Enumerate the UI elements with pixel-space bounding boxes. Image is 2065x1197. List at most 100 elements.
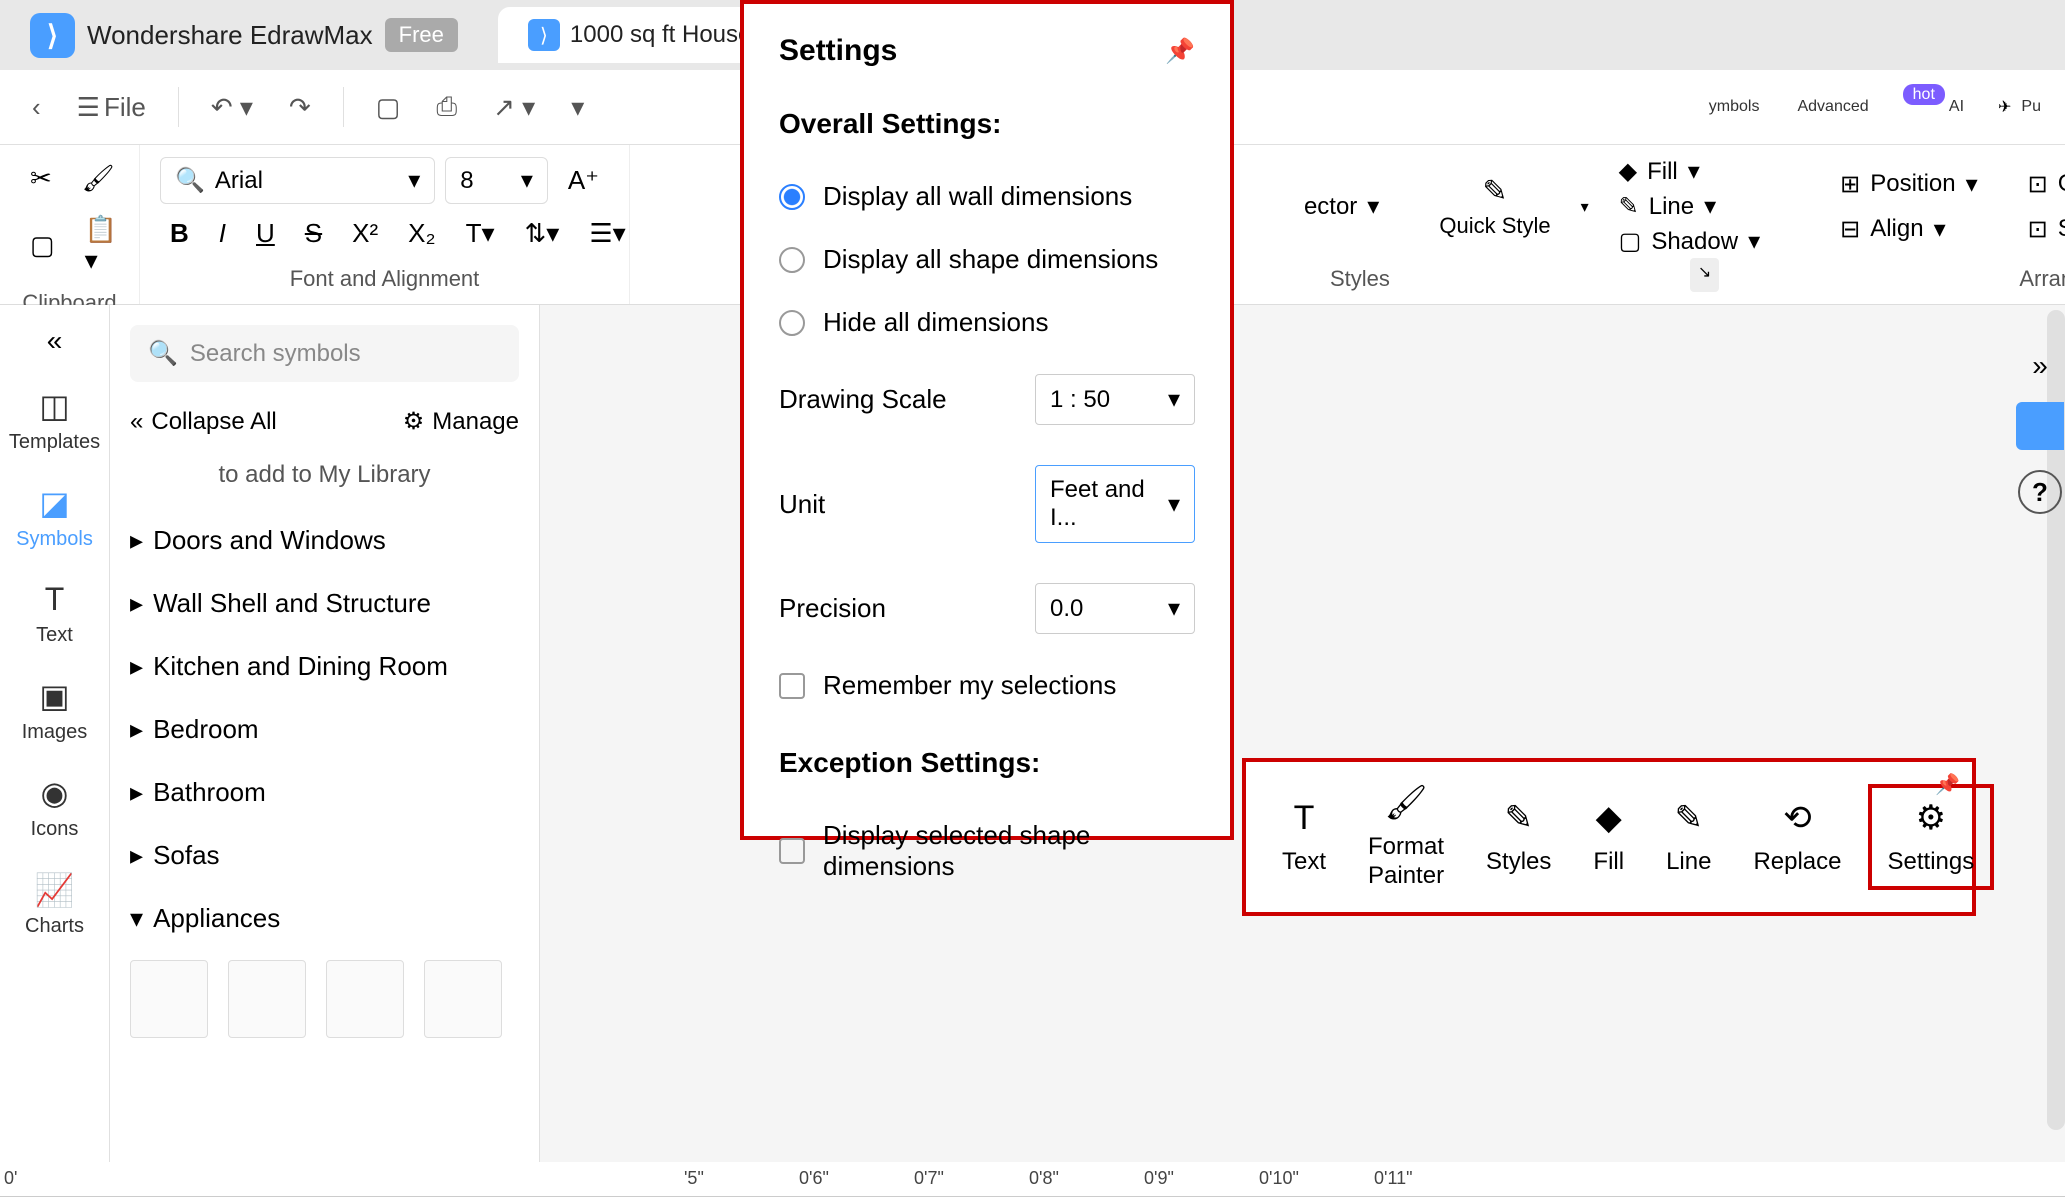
back-button[interactable]: ‹ [20, 84, 53, 131]
arrangement-label: Arrangement [2019, 266, 2065, 292]
cat-appliances[interactable]: ▾ Appliances [130, 887, 519, 950]
list-button[interactable]: ☰▾ [579, 212, 635, 255]
app-tab: ⟩ Wondershare EdrawMax Free [10, 3, 478, 68]
cat-bedroom[interactable]: ▸ Bedroom [130, 698, 519, 761]
shadow-button[interactable]: ▢ Shadow ▾ [1619, 227, 1760, 256]
exception-checkbox[interactable]: Display selected shape dimensions [779, 804, 1195, 898]
unit-select[interactable]: Feet and I...▾ [1035, 465, 1195, 543]
collapse-rail-icon[interactable]: « [47, 325, 63, 357]
float-styles[interactable]: ✎Styles [1470, 788, 1567, 886]
bold-button[interactable]: B [160, 212, 199, 255]
cat-wall[interactable]: ▸ Wall Shell and Structure [130, 572, 519, 635]
tab-publish[interactable]: Pu [2017, 90, 2045, 124]
brush-icon[interactable]: 🖌 [72, 157, 125, 200]
opt-shape-dimensions[interactable]: Display all shape dimensions [779, 228, 1195, 291]
float-line[interactable]: ✎Line [1650, 788, 1727, 886]
nav-images[interactable]: ▣Images [22, 677, 88, 744]
pin-icon[interactable]: 📌 [1165, 37, 1195, 66]
publish-icon: ✈ [1998, 97, 2011, 117]
text-icon: T [1294, 799, 1315, 838]
connector-button[interactable]: ector ▾ [1304, 192, 1379, 221]
cat-doors[interactable]: ▸ Doors and Windows [130, 509, 519, 572]
tab-ai[interactable]: AI [1945, 90, 1968, 123]
float-fill[interactable]: ◆Fill [1577, 788, 1640, 886]
nav-icons[interactable]: ◉Icons [31, 774, 79, 841]
hot-badge: hot [1903, 84, 1945, 105]
line-spacing-button[interactable]: ⇅▾ [515, 212, 570, 255]
gear-icon: ⚙ [403, 407, 425, 436]
help-button[interactable]: ? [2018, 470, 2062, 514]
nav-text[interactable]: TText [36, 581, 73, 647]
chevron-down-icon: ▾ [1168, 490, 1180, 519]
text-settings-button[interactable]: T▾ [456, 212, 505, 255]
fontsize-select[interactable]: 8▾ [445, 157, 548, 204]
size-button[interactable]: ⊡ Size ▾ [2028, 215, 2065, 244]
thumb-mirror[interactable] [228, 960, 306, 1038]
thumb-fan[interactable] [130, 960, 208, 1038]
group-button[interactable]: ⊡ Group ▾ [2028, 170, 2065, 199]
redo-button[interactable]: ↷ [277, 84, 323, 131]
float-replace[interactable]: ⟲Replace [1737, 788, 1857, 886]
quickstyle-dd[interactable]: ▾ [1581, 197, 1589, 217]
line-icon: ✎ [1675, 798, 1704, 838]
float-text[interactable]: TText [1266, 789, 1342, 886]
replace-icon: ⟲ [1783, 798, 1812, 838]
precision-select[interactable]: 0.0▾ [1035, 583, 1195, 634]
paste-icon[interactable]: 📋▾ [75, 208, 127, 282]
font-align-label: Font and Alignment [160, 266, 609, 292]
nav-rail: « ◫Templates ◪Symbols TText ▣Images ◉Ico… [0, 305, 110, 1162]
thumb-antenna[interactable] [424, 960, 502, 1038]
scale-select[interactable]: 1 : 50▾ [1035, 374, 1195, 425]
nav-charts[interactable]: 📈Charts [25, 871, 84, 938]
expand-right-icon[interactable]: » [2032, 350, 2048, 382]
overall-settings-title: Overall Settings: [779, 108, 1195, 140]
float-format-painter[interactable]: 🖌Format Painter [1352, 773, 1460, 901]
cat-sofas[interactable]: ▸ Sofas [130, 824, 519, 887]
quickstyle-icon[interactable]: ✎ [1482, 174, 1507, 209]
strike-button[interactable]: S [295, 212, 332, 255]
right-panel-tab[interactable] [2016, 402, 2064, 450]
opt-hide-dimensions[interactable]: Hide all dimensions [779, 291, 1195, 354]
save-button[interactable]: ▢ [364, 84, 413, 131]
search-symbols-input[interactable]: 🔍Search symbols [130, 325, 519, 382]
remember-checkbox[interactable]: Remember my selections [779, 654, 1195, 717]
thumb-light[interactable] [326, 960, 404, 1038]
fill-icon: ◆ [1596, 798, 1622, 838]
position-button[interactable]: ⊞ Position ▾ [1840, 170, 1978, 199]
float-settings[interactable]: ⚙Settings [1868, 784, 1995, 890]
undo-button[interactable]: ↶ ▾ [199, 84, 265, 131]
checkbox-icon [779, 673, 805, 699]
nav-symbols[interactable]: ◪Symbols [16, 484, 93, 551]
copy-icon[interactable]: ▢ [20, 224, 65, 267]
collapse-all-button[interactable]: «Collapse All [130, 407, 277, 436]
line-button[interactable]: ✎ Line ▾ [1619, 192, 1760, 221]
canvas-area: 0' '5" 0'6" 0'7" 0'8" 0'9" 0'10" 0'11" 0… [0, 1162, 2065, 1197]
italic-button[interactable]: I [209, 212, 236, 255]
pin-float-icon[interactable]: 📌 [1935, 772, 1960, 797]
fontsize-inc-icon[interactable]: A⁺ [558, 159, 609, 202]
opt-wall-dimensions[interactable]: Display all wall dimensions [779, 165, 1195, 228]
tab-symbols[interactable]: ymbols [1705, 90, 1764, 124]
export-button[interactable]: ↗ ▾ [481, 84, 547, 131]
quickstyle-label[interactable]: Quick Style [1439, 213, 1550, 239]
scale-label: Drawing Scale [779, 384, 947, 415]
underline-button[interactable]: U [246, 212, 285, 255]
file-menu[interactable]: ☰ File [65, 84, 158, 131]
cat-kitchen[interactable]: ▸ Kitchen and Dining Room [130, 635, 519, 698]
chevron-down-icon: ▾ [1168, 385, 1180, 414]
print-button[interactable]: ⎙ [424, 83, 469, 131]
tab-advanced[interactable]: Advanced [1793, 90, 1872, 124]
manage-button[interactable]: ⚙Manage [403, 407, 519, 436]
fill-button[interactable]: ◆ Fill ▾ [1619, 157, 1760, 186]
cat-bathroom[interactable]: ▸ Bathroom [130, 761, 519, 824]
cut-icon[interactable]: ✂ [20, 157, 62, 200]
settings-title: Settings [779, 34, 897, 68]
precision-label: Precision [779, 593, 886, 624]
more-button[interactable]: ▾ [559, 84, 596, 131]
styles-expand-icon[interactable]: ↘ [1690, 258, 1719, 292]
nav-templates[interactable]: ◫Templates [9, 387, 100, 454]
superscript-button[interactable]: X² [342, 212, 388, 255]
subscript-button[interactable]: X₂ [398, 212, 445, 255]
align-button[interactable]: ⊟ Align ▾ [1840, 215, 1978, 244]
font-select[interactable]: 🔍Arial▾ [160, 157, 435, 204]
